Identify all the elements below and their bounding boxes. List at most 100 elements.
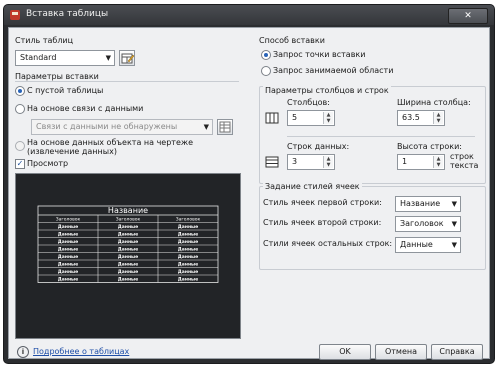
- column-width-label: Ширина столбца:: [397, 98, 471, 107]
- help-button[interactable]: Справка: [431, 344, 483, 360]
- from-empty-label: С пустой таблицы: [27, 86, 104, 95]
- preview-data-text: Данные: [118, 224, 138, 230]
- insert-options-divider: [15, 81, 239, 82]
- data-link-value: Связи с данными не обнаружены: [36, 122, 178, 131]
- data-rows-value: 3: [292, 157, 298, 166]
- preview-data-text: Данные: [118, 269, 138, 275]
- column-width-value: 63.5: [402, 113, 420, 122]
- preview-header-text: Заголовок: [116, 217, 141, 223]
- specify-point-label: Запрос точки вставки: [273, 50, 366, 59]
- radio-from-object-data[interactable]: [15, 141, 25, 151]
- row-height-units: строк текста: [450, 152, 479, 170]
- dialog-body: Стиль таблиц Standard ▼ Параметры вставк…: [8, 27, 490, 360]
- preview-header-text: Заголовок: [176, 217, 201, 223]
- column-width-spinner[interactable]: 63.5 ▲ ▼: [397, 110, 445, 126]
- cell-styles-label: Задание стилей ячеек: [263, 182, 362, 191]
- spin-arrows-icon[interactable]: ▲ ▼: [433, 112, 443, 124]
- preview-data-text: Данные: [58, 254, 78, 260]
- preview-data-text: Данные: [118, 239, 138, 245]
- ok-button[interactable]: OK: [319, 344, 371, 360]
- preview-data-text: Данные: [118, 254, 138, 260]
- specify-window-label: Запрос занимаемой области: [273, 66, 394, 75]
- data-rows-label: Строк данных:: [287, 142, 350, 151]
- cancel-button[interactable]: Отмена: [375, 344, 427, 360]
- chevron-down-icon: ▼: [203, 123, 209, 131]
- table-style-icon: [121, 53, 135, 64]
- preview-data-text: Данные: [58, 239, 78, 245]
- preview-data-text: Данные: [118, 232, 138, 238]
- radio-specify-window[interactable]: [261, 66, 271, 76]
- row-height-value: 1: [402, 157, 408, 166]
- preview-data-text: Данные: [58, 224, 78, 230]
- preview-data-text: Данные: [58, 232, 78, 238]
- chevron-down-icon: ▼: [105, 54, 111, 62]
- table-preview-canvas: НазваниеЗаголовок Заголовок ЗаголовокДанны…: [37, 205, 219, 283]
- table-style-dialog-button[interactable]: [119, 50, 135, 66]
- insert-table-dialog: Вставка таблицы ✕ Стиль таблиц Standard …: [4, 5, 494, 363]
- data-link-manager-button[interactable]: [217, 119, 233, 135]
- insert-options-label: Параметры вставки: [15, 72, 99, 81]
- table-preview: Название Заголовок Заголовок Заголовок Данны…: [15, 173, 241, 339]
- data-rows-spinner[interactable]: 3 ▲ ▼: [287, 154, 335, 170]
- radio-specify-point[interactable]: [261, 50, 271, 60]
- columns-icon: [265, 112, 279, 124]
- preview-data-text: Данные: [178, 262, 198, 268]
- chevron-down-icon: ▼: [451, 200, 457, 208]
- app-icon: [10, 10, 20, 20]
- column-row-label: Параметры столбцов и строк: [263, 86, 391, 95]
- radio-from-empty[interactable]: [15, 86, 25, 96]
- spin-arrows-icon[interactable]: ▲ ▼: [323, 112, 333, 124]
- other-rows-style-value: Данные: [400, 240, 433, 249]
- from-object-data-label: На основе данных объекта на чертеже (изв…: [27, 138, 193, 156]
- rows-icon: [265, 156, 279, 168]
- preview-title-text: Название: [108, 206, 148, 215]
- preview-data-text: Данные: [178, 232, 198, 238]
- columns-spinner[interactable]: 5 ▲ ▼: [287, 110, 335, 126]
- preview-data-text: Данные: [178, 247, 198, 253]
- window-title: Вставка таблицы: [26, 9, 109, 19]
- first-row-style-select[interactable]: Название ▼: [395, 196, 461, 212]
- preview-header-text: Заголовок: [56, 217, 81, 223]
- data-link-manager-icon: [219, 121, 231, 133]
- info-icon: i: [17, 346, 29, 358]
- preview-data-text: Данные: [178, 224, 198, 230]
- spin-arrows-icon[interactable]: ▲ ▼: [323, 156, 333, 168]
- preview-checkbox[interactable]: ✓: [15, 159, 25, 169]
- preview-label: Просмотр: [27, 159, 69, 168]
- columns-label: Столбцов:: [287, 98, 330, 107]
- title-bar[interactable]: Вставка таблицы ✕: [4, 5, 494, 25]
- preview-data-text: Данные: [118, 247, 138, 253]
- table-style-select[interactable]: Standard ▼: [15, 50, 115, 66]
- preview-data-text: Данные: [118, 277, 138, 283]
- table-style-label: Стиль таблиц: [15, 36, 74, 45]
- column-row-divider: [287, 136, 475, 137]
- preview-data-text: Данные: [178, 269, 198, 275]
- columns-value: 5: [292, 113, 298, 122]
- chevron-down-icon: ▼: [451, 220, 457, 228]
- second-row-style-label: Стиль ячеек второй строки:: [263, 218, 382, 227]
- row-height-label: Высота строки:: [397, 142, 462, 151]
- second-row-style-value: Заголовок: [400, 219, 444, 228]
- preview-data-text: Данные: [58, 277, 78, 283]
- first-row-style-label: Стиль ячеек первой строки:: [263, 198, 382, 207]
- preview-data-text: Данные: [178, 239, 198, 245]
- second-row-style-select[interactable]: Заголовок ▼: [395, 216, 461, 232]
- table-style-value: Standard: [20, 53, 57, 62]
- other-rows-style-select[interactable]: Данные ▼: [395, 237, 461, 253]
- insertion-behavior-label: Способ вставки: [259, 36, 325, 45]
- preview-data-text: Данные: [58, 262, 78, 268]
- chevron-down-icon: ▼: [451, 241, 457, 249]
- preview-data-text: Данные: [178, 254, 198, 260]
- data-link-select[interactable]: Связи с данными не обнаружены ▼: [31, 119, 213, 135]
- spin-arrows-icon[interactable]: ▲ ▼: [433, 156, 443, 168]
- preview-data-text: Данные: [58, 269, 78, 275]
- first-row-style-value: Название: [400, 199, 441, 208]
- close-button[interactable]: ✕: [448, 8, 488, 24]
- from-data-link-label: На основе связи с данными: [27, 104, 144, 113]
- preview-data-text: Данные: [118, 262, 138, 268]
- preview-data-text: Данные: [58, 247, 78, 253]
- row-height-spinner[interactable]: 1 ▲ ▼: [397, 154, 445, 170]
- learn-about-tables-link[interactable]: Подробнее о таблицах: [33, 347, 129, 356]
- preview-data-text: Данные: [178, 277, 198, 283]
- radio-from-data-link[interactable]: [15, 104, 25, 114]
